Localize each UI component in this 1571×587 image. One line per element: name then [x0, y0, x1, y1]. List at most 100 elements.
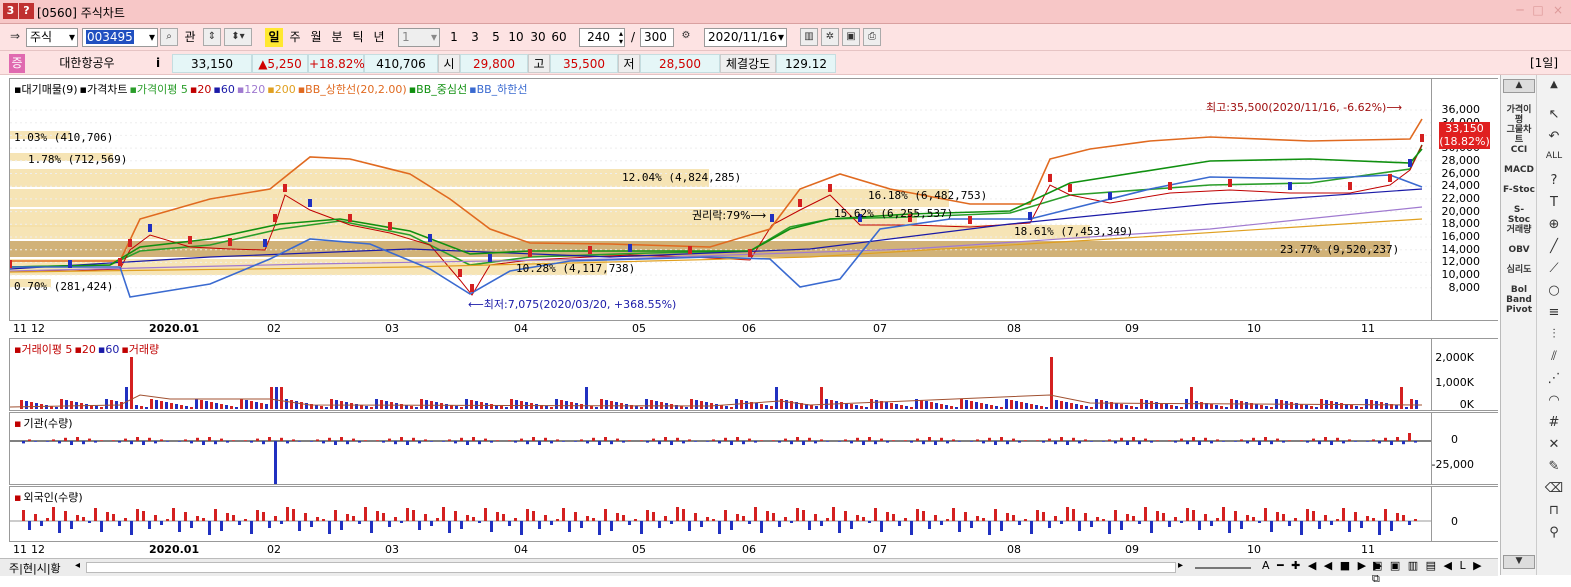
link-arrow-icon[interactable]: ⇒	[6, 28, 24, 46]
gear-icon[interactable]: ✲	[821, 28, 839, 46]
scroll-left-icon[interactable]: ◂	[75, 560, 80, 571]
print-icon[interactable]: ⎙	[863, 28, 881, 46]
undo-icon[interactable]: ↶	[1544, 129, 1564, 147]
settings-icon[interactable]: ⚙	[677, 28, 695, 46]
foreign-bar	[1102, 519, 1105, 521]
fan-icon[interactable]: ⋰	[1544, 371, 1564, 389]
period-day[interactable]: 일	[265, 28, 283, 47]
foreign-bar	[580, 521, 583, 528]
institution-bar	[1258, 441, 1261, 445]
close-icon[interactable]: ×	[1550, 3, 1566, 19]
foreign-bar	[784, 517, 787, 521]
price-chart-panel[interactable]: ▪대기매물(9) ▪가격차트 ▪가격이평 5 ▪20 ▪60 ▪120 ▪200 ▪BB_상한…	[9, 78, 1432, 321]
interval-10[interactable]: 10	[506, 28, 526, 47]
tab-hyeon[interactable]: 현	[23, 562, 33, 575]
chart-icon[interactable]: ▥	[800, 28, 818, 46]
institution-bar	[82, 441, 85, 445]
interval-select[interactable]: 1 ▾	[398, 28, 440, 47]
volume-bar	[655, 401, 658, 409]
line-icon[interactable]: ╱	[1544, 239, 1564, 257]
institution-bar	[664, 437, 667, 441]
fibo-icon[interactable]: ⫶	[1544, 327, 1564, 345]
indicator-item[interactable]: Pivot	[1503, 305, 1535, 315]
volume-bar	[1135, 407, 1138, 409]
auto-icon[interactable]: ⚲	[1544, 525, 1564, 543]
maximize-icon[interactable]: □	[1530, 3, 1546, 19]
institution-panel[interactable]: ▪ 기관(수량)	[9, 412, 1432, 485]
info-icon[interactable]: i	[151, 54, 165, 73]
interval-1[interactable]: 1	[446, 28, 462, 47]
count-stepper[interactable]: 240 ▴ ▾	[579, 28, 625, 47]
foreign-bar	[46, 518, 49, 521]
scroll-up-icon[interactable]: ▲	[1503, 79, 1535, 93]
volume-bar	[1330, 401, 1333, 409]
sort-icon[interactable]: ⇕	[203, 28, 221, 46]
magnet-icon[interactable]: ⊓	[1544, 503, 1564, 521]
pen-icon[interactable]: ✎	[1544, 459, 1564, 477]
indicator-item[interactable]: OBV	[1503, 245, 1535, 255]
total-input[interactable]: 300	[640, 28, 674, 47]
interval-3[interactable]: 3	[467, 28, 483, 47]
foreign-bar	[790, 521, 793, 523]
cross-icon[interactable]: ✕	[1544, 437, 1564, 455]
indicator-item[interactable]: MACD	[1503, 165, 1535, 175]
foreign-bar	[1294, 518, 1297, 521]
volume-bar	[1025, 403, 1028, 409]
save-icon[interactable]: ▣	[842, 28, 860, 46]
eraser-icon[interactable]: ⌫	[1544, 481, 1564, 499]
period-tick[interactable]: 틱	[349, 28, 367, 47]
help-badge[interactable]: ?	[19, 3, 34, 19]
hline-icon[interactable]: ≡	[1544, 305, 1564, 323]
period-week[interactable]: 주	[286, 28, 304, 47]
market-select[interactable]: 주식 ▾	[26, 28, 78, 47]
scroll-down-icon[interactable]: ▼	[1503, 555, 1535, 569]
interval-5[interactable]: 5	[488, 28, 504, 47]
foreign-bar	[484, 508, 487, 521]
grid-icon[interactable]: #	[1544, 415, 1564, 433]
channel-icon[interactable]: ⫽	[1544, 349, 1564, 367]
minimize-icon[interactable]: ─	[1512, 3, 1528, 19]
ray-icon[interactable]: ⟋	[1544, 261, 1564, 279]
tab-hwang[interactable]: 황	[51, 562, 61, 575]
zoom-icon[interactable]: ⊕	[1544, 217, 1564, 235]
nav-buttons[interactable]: A ━ ✚ ◀ ◀ ■ ▶ ▶	[1262, 559, 1384, 572]
cursor-icon[interactable]: ↖	[1544, 107, 1564, 125]
volume-panel[interactable]: ▪거래이평 5 ▪20 ▪60 ▪거래량	[9, 338, 1432, 411]
date-picker[interactable]: 2020/11/16 ▾	[704, 28, 787, 47]
period-month[interactable]: 월	[307, 28, 325, 47]
scroll-right-icon[interactable]: ▸	[1178, 560, 1183, 571]
volume-bar	[1075, 404, 1078, 409]
spin-icon[interactable]: ⬍▾	[224, 28, 252, 46]
search-icon[interactable]: ⌕	[160, 28, 178, 46]
window-badge[interactable]: 3	[3, 3, 18, 19]
foreign-panel[interactable]: ▪ 외국인(수량)	[9, 486, 1432, 542]
indicator-item[interactable]: 가격이평	[1503, 105, 1535, 125]
interval-30[interactable]: 30	[528, 28, 548, 47]
period-year[interactable]: 년	[370, 28, 388, 47]
view-buttons[interactable]: ▣ ▣ ▥ ▤ ◀ L ▶ ⧉	[1372, 559, 1498, 586]
interval-60[interactable]: 60	[549, 28, 569, 47]
indicator-item[interactable]: S-Stoc	[1503, 205, 1535, 225]
tab-ju[interactable]: 주	[9, 562, 19, 575]
foreign-bar	[1300, 521, 1303, 535]
circle-icon[interactable]: ○	[1544, 283, 1564, 301]
indicator-item[interactable]: 거래량	[1503, 225, 1535, 235]
code-input[interactable]: 003495 ▾	[82, 28, 158, 47]
tab-si[interactable]: 시	[37, 562, 47, 575]
gwan-button[interactable]: 관	[180, 28, 200, 47]
indicator-item[interactable]: F-Stoc	[1503, 185, 1535, 195]
help-icon[interactable]: ?	[1544, 173, 1564, 191]
all-icon[interactable]: ALL	[1544, 151, 1564, 169]
scroll-up-icon[interactable]: ▲	[1544, 79, 1564, 97]
indicator-item[interactable]: 그물차트	[1503, 125, 1535, 145]
horizontal-scrollbar[interactable]	[86, 562, 1176, 573]
zoom-slider[interactable]	[1195, 567, 1251, 569]
volume-bar	[330, 399, 333, 409]
period-minute[interactable]: 분	[328, 28, 346, 47]
institution-bar	[214, 441, 217, 445]
indicator-item[interactable]: 심리도	[1503, 265, 1535, 275]
indicator-item[interactable]: Bol Band	[1503, 285, 1535, 305]
text-icon[interactable]: T	[1544, 195, 1564, 213]
indicator-item[interactable]: CCI	[1503, 145, 1535, 155]
arc-icon[interactable]: ◠	[1544, 393, 1564, 411]
